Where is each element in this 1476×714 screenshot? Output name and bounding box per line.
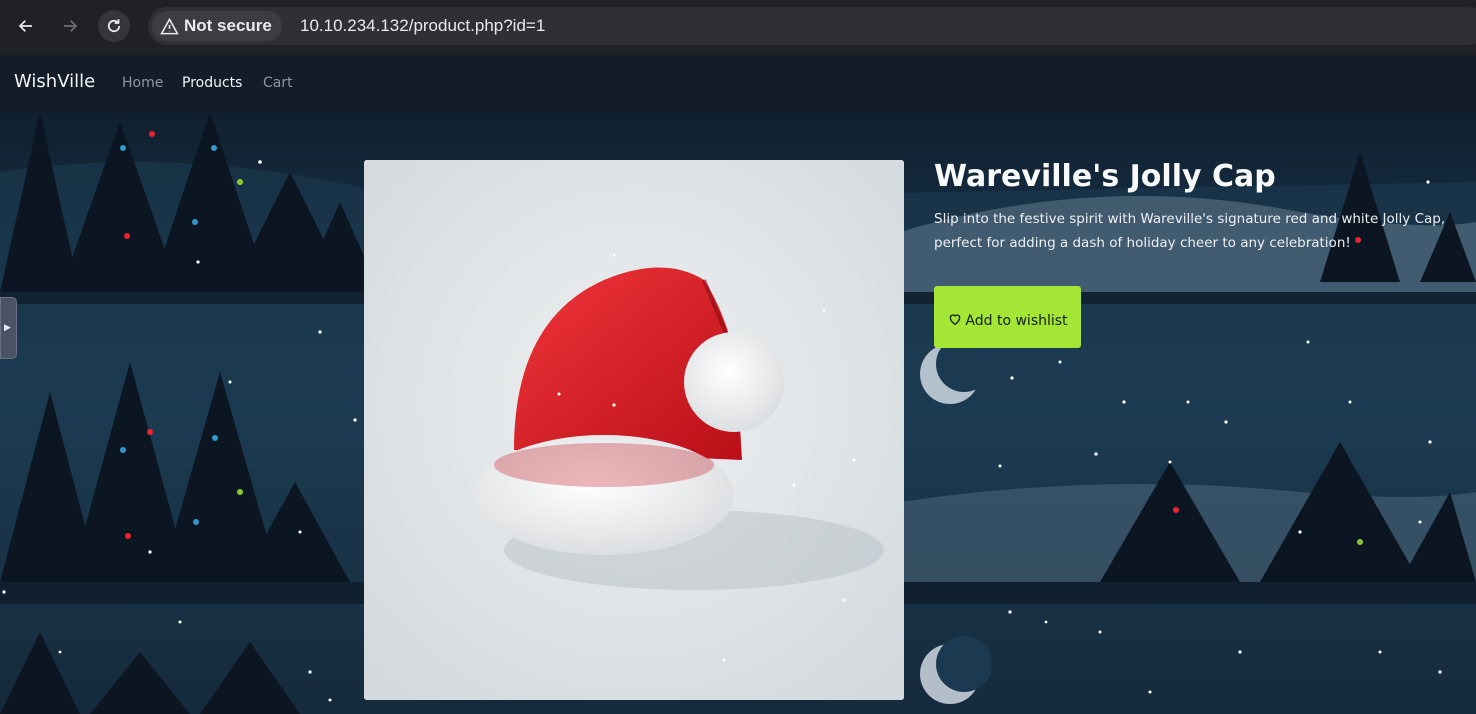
side-panel-handle[interactable]: ▶ bbox=[0, 297, 17, 359]
nav-link-home[interactable]: Home bbox=[122, 75, 163, 91]
heart-icon bbox=[950, 313, 961, 325]
nav-link-cart[interactable]: Cart bbox=[263, 75, 293, 91]
product-hero: ▶ Wareville's Jolly Cap Slip into the fe… bbox=[0, 112, 1476, 714]
reload-button[interactable] bbox=[98, 10, 130, 42]
nav-link-products[interactable]: Products bbox=[182, 75, 242, 91]
reload-icon bbox=[107, 19, 121, 33]
back-button[interactable] bbox=[10, 10, 42, 42]
site-navbar: WishVille Home Products Cart bbox=[0, 55, 1476, 112]
brand-logo[interactable]: WishVille bbox=[14, 71, 95, 92]
security-chip[interactable]: Not secure bbox=[152, 11, 282, 41]
security-label: Not secure bbox=[184, 16, 272, 35]
url-text[interactable]: 10.10.234.132/product.php?id=1 bbox=[300, 16, 545, 36]
santa-hat-image bbox=[364, 160, 904, 700]
arrow-left-icon bbox=[18, 20, 32, 32]
arrow-right-icon bbox=[64, 20, 78, 32]
warning-triangle-icon bbox=[160, 17, 179, 34]
product-description: Slip into the festive spirit with Warevi… bbox=[934, 211, 1446, 251]
address-bar[interactable]: Not secure 10.10.234.132/product.php?id=… bbox=[148, 7, 1476, 45]
forward-button[interactable] bbox=[54, 10, 86, 42]
wishlist-button-label: Add to wishlist bbox=[965, 312, 1068, 329]
browser-toolbar: Not secure 10.10.234.132/product.php?id=… bbox=[0, 0, 1476, 55]
product-image bbox=[364, 160, 904, 700]
add-to-wishlist-button[interactable]: Add to wishlist bbox=[934, 286, 1081, 348]
product-title: Wareville's Jolly Cap bbox=[934, 159, 1276, 194]
chevron-right-icon: ▶ bbox=[4, 323, 11, 333]
